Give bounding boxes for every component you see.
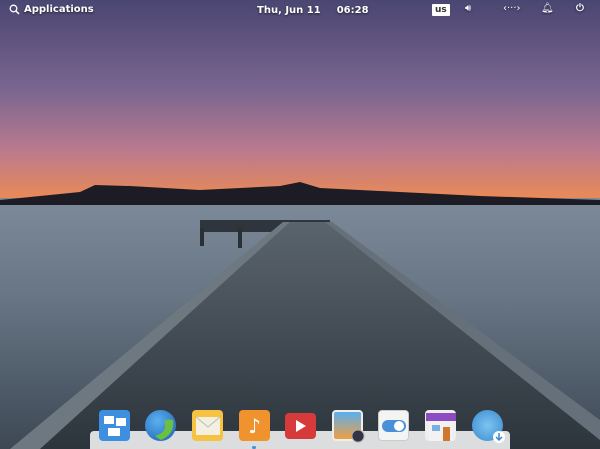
videos-icon[interactable] bbox=[285, 413, 316, 439]
search-icon bbox=[9, 4, 20, 15]
top-panel: Applications Thu, Jun 11 06:28 us 🔊︎ ‹··… bbox=[0, 0, 600, 22]
network-icon[interactable]: ‹···› bbox=[503, 3, 521, 14]
notifications-bell-icon[interactable]: 🔔︎ bbox=[541, 3, 554, 14]
mail-icon[interactable] bbox=[192, 410, 223, 441]
wallpaper bbox=[0, 0, 600, 449]
web-browser-icon[interactable] bbox=[145, 410, 176, 441]
system-settings-icon[interactable] bbox=[378, 410, 409, 441]
date-time-indicator[interactable]: Thu, Jun 11 06:28 bbox=[257, 5, 369, 16]
applications-label: Applications bbox=[24, 4, 94, 15]
date: Thu, Jun 11 bbox=[257, 5, 321, 16]
applications-menu[interactable]: Applications bbox=[9, 4, 94, 15]
time: 06:28 bbox=[336, 5, 369, 16]
software-updates-icon[interactable] bbox=[472, 410, 505, 443]
keyboard-layout-indicator[interactable]: us bbox=[432, 4, 450, 16]
power-icon[interactable]: ⏻ bbox=[576, 3, 584, 14]
photos-icon[interactable] bbox=[332, 410, 365, 443]
appcenter-icon[interactable] bbox=[425, 410, 456, 441]
volume-icon[interactable]: 🔊︎ bbox=[465, 3, 471, 14]
multitasking-view-icon[interactable] bbox=[99, 410, 130, 441]
music-icon[interactable]: ♪ bbox=[239, 410, 270, 441]
